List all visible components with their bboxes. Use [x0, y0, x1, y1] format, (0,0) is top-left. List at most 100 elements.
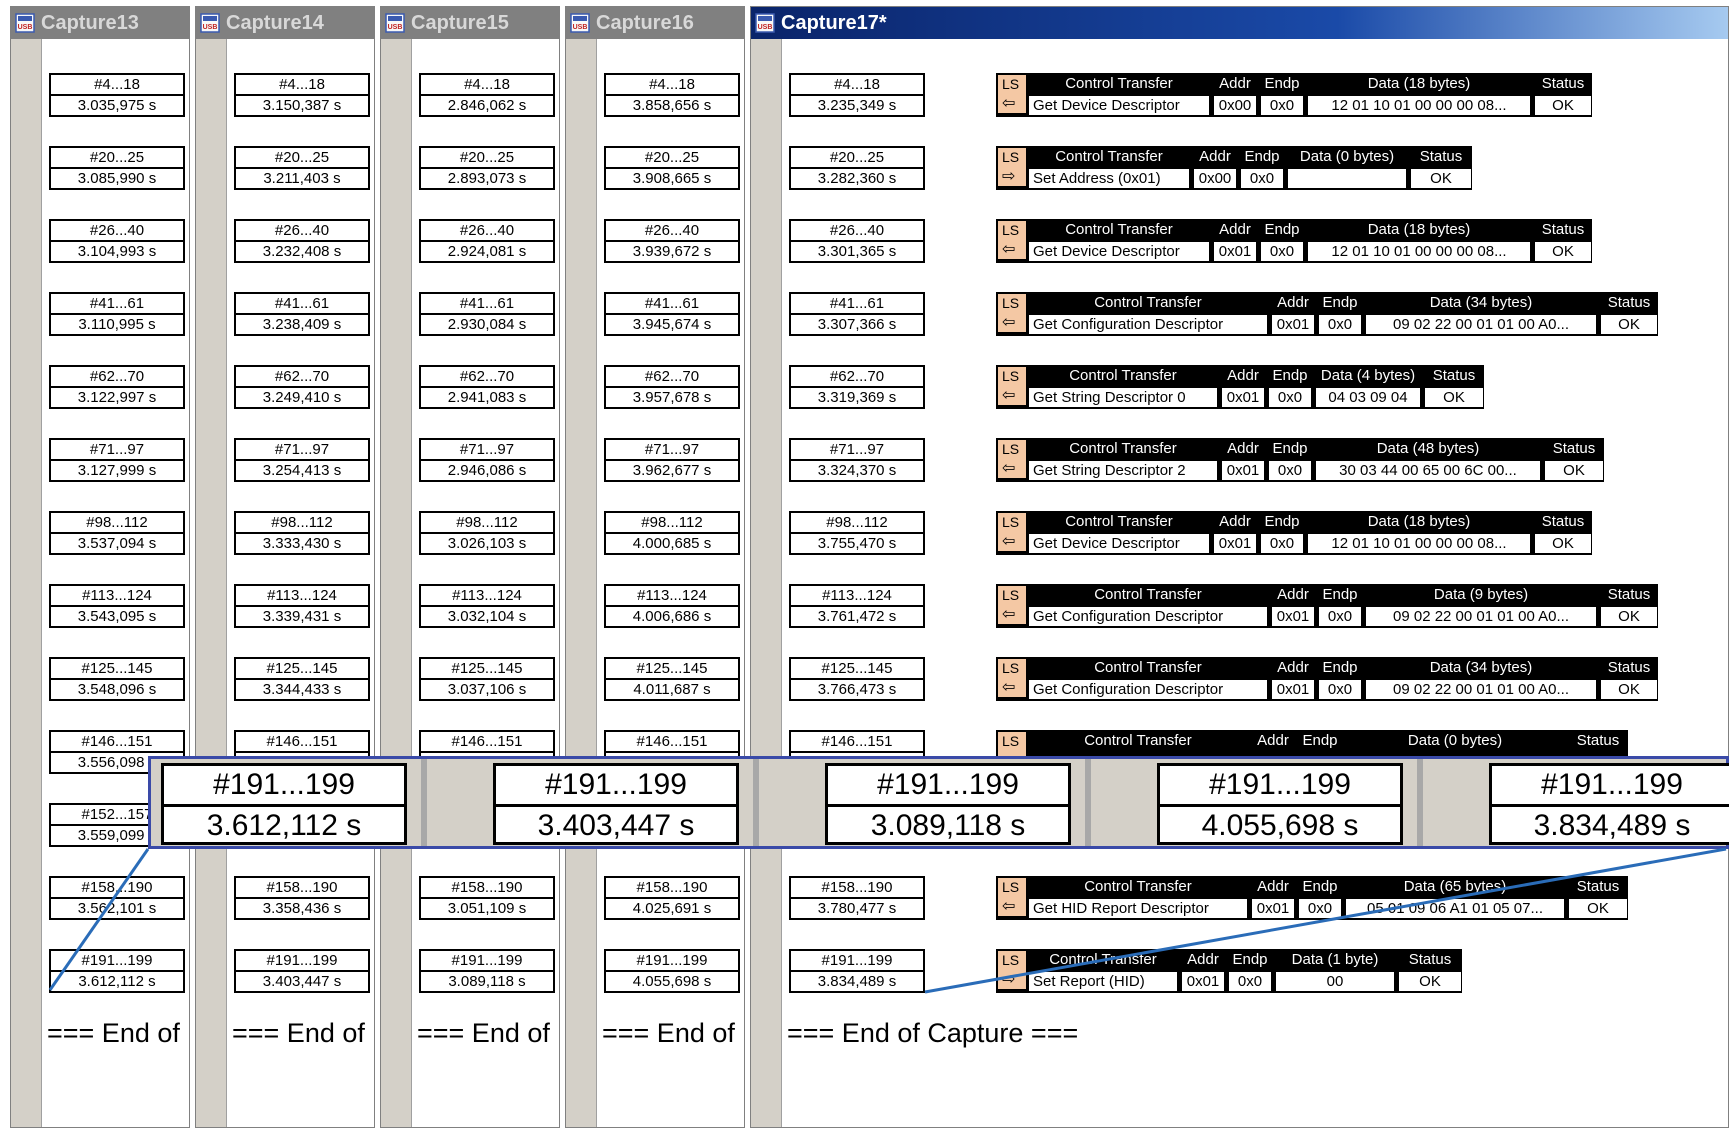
capture-view[interactable]: #4...18 3.858,656 s #20...25 3.908,665 s #26… [566, 39, 744, 1127]
packet-group-box[interactable]: #113...124 3.761,472 s [789, 584, 925, 628]
window-titlebar[interactable]: USB Capture13 [11, 7, 189, 39]
packet-group-box[interactable]: #26...40 2.924,081 s [419, 219, 555, 263]
packet-group-box[interactable]: #62...70 3.249,410 s [234, 365, 370, 409]
packet-group-box[interactable]: #71...97 3.962,677 s [604, 438, 740, 482]
packet-group-box[interactable]: #71...97 3.254,413 s [234, 438, 370, 482]
window-titlebar[interactable]: USB Capture17* [751, 7, 1728, 39]
zoomed-packet-time: 3.089,118 s [870, 809, 1026, 842]
packet-group-box[interactable]: #98...112 4.000,685 s [604, 511, 740, 555]
control-transfer[interactable]: LS ⇦ Control Transfer Get Device Descriptor… [996, 511, 1592, 555]
packet-group-box[interactable]: #4...18 3.035,975 s [49, 73, 185, 117]
packet-group-box[interactable]: #4...18 3.150,387 s [234, 73, 370, 117]
packet-group-box[interactable]: #191...199 3.612,112 s [49, 949, 185, 993]
packet-group-box[interactable]: #98...112 3.537,094 s [49, 511, 185, 555]
control-transfer[interactable]: LS ⇦ Control Transfer Get Device Descriptor… [996, 73, 1592, 117]
packet-group-box[interactable]: #113...124 3.339,431 s [234, 584, 370, 628]
zoomed-packet-time: 3.834,489 s [1533, 809, 1691, 842]
packet-group-box[interactable]: #158...190 4.025,691 s [604, 876, 740, 920]
packet-group-box[interactable]: #4...18 3.858,656 s [604, 73, 740, 117]
capture-view[interactable]: #4...18 3.235,349 s #20...25 3.282,360 s #26… [751, 39, 1728, 1127]
control-transfer[interactable]: LS ⇦ Control Transfer Get String Descriptor… [996, 438, 1604, 482]
data-bytes: 05 01 09 06 A1 01 05 07... [1346, 899, 1564, 918]
packet-group-box[interactable]: #125...145 3.037,106 s [419, 657, 555, 701]
control-transfer[interactable]: LS ⇦ Control Transfer Get Configuration Des… [996, 584, 1658, 628]
packet-group-box[interactable]: #20...25 2.893,073 s [419, 146, 555, 190]
packet-group-box[interactable]: #4...18 3.235,349 s [789, 73, 925, 117]
packet-group-box[interactable]: #71...97 3.127,999 s [49, 438, 185, 482]
control-transfer[interactable]: LS ⇦ Control Transfer Get String Descriptor… [996, 365, 1484, 409]
window-titlebar[interactable]: USB Capture16 [566, 7, 744, 39]
capture-window-5[interactable]: USB Capture17* #4...18 3.235,349 s #20...25 3… [750, 6, 1729, 1128]
packet-group-box[interactable]: #41...61 3.307,366 s [789, 292, 925, 336]
packet-group-box[interactable]: #113...124 4.006,686 s [604, 584, 740, 628]
packet-group-box[interactable]: #26...40 3.104,993 s [49, 219, 185, 263]
packet-group-box[interactable]: #71...97 2.946,086 s [419, 438, 555, 482]
endp-header: Endp [1302, 732, 1338, 749]
packet-group-box[interactable]: #191...199 3.089,118 s [419, 949, 555, 993]
packet-group-box[interactable]: #20...25 3.085,990 s [49, 146, 185, 190]
packet-group-box[interactable]: #62...70 2.941,083 s [419, 365, 555, 409]
capture-window-1[interactable]: USB Capture13 #4...18 3.035,975 s #20...25 3.… [10, 6, 190, 1128]
usb-analyzer-app-icon[interactable]: USB [570, 13, 590, 33]
capture-window-4[interactable]: USB Capture16 #4...18 3.858,656 s #20...25 3.… [565, 6, 745, 1128]
transfer-command: Get Device Descriptor [1029, 96, 1209, 115]
packet-group-box[interactable]: #191...199 3.403,447 s [234, 949, 370, 993]
packet-group-box[interactable]: #125...145 3.548,096 s [49, 657, 185, 701]
packet-group-box[interactable]: #113...124 3.032,104 s [419, 584, 555, 628]
packet-group-box[interactable]: #125...145 3.344,433 s [234, 657, 370, 701]
packet-group-box[interactable]: #62...70 3.957,678 s [604, 365, 740, 409]
window-titlebar[interactable]: USB Capture15 [381, 7, 559, 39]
packet-group-box[interactable]: #62...70 3.122,997 s [49, 365, 185, 409]
control-transfer[interactable]: LS ⇦ Control Transfer Get Configuration Des… [996, 292, 1658, 336]
capture-window-2[interactable]: USB Capture14 #4...18 3.150,387 s #20...25 3.… [195, 6, 375, 1128]
packet-group-box[interactable]: #26...40 3.301,365 s [789, 219, 925, 263]
control-transfer[interactable]: LS ⇨ Control Transfer Set Address (0x01) Add… [996, 146, 1472, 190]
usb-analyzer-app-icon[interactable]: USB [385, 13, 405, 33]
packet-range: #26...40 [51, 221, 183, 242]
control-transfer[interactable]: LS ⇦ Control Transfer Get Configuration Des… [996, 657, 1658, 701]
packet-time: 4.025,691 s [632, 900, 712, 917]
packet-group-box[interactable]: #98...112 3.755,470 s [789, 511, 925, 555]
capture-window-3[interactable]: USB Capture15 #4...18 2.846,062 s #20...25 2.… [380, 6, 560, 1128]
packet-group-box[interactable]: #41...61 3.110,995 s [49, 292, 185, 336]
packet-group-box[interactable]: #41...61 3.238,409 s [234, 292, 370, 336]
control-transfer[interactable]: LS ⇦ Control Transfer Get Device Descriptor… [996, 219, 1592, 263]
packet-range: #71...97 [236, 440, 368, 461]
packet-group-box[interactable]: #20...25 3.282,360 s [789, 146, 925, 190]
packet-group-box[interactable]: #191...199 4.055,698 s [604, 949, 740, 993]
capture-view[interactable]: #4...18 3.035,975 s #20...25 3.085,990 s #26… [11, 39, 189, 1127]
packet-group-box[interactable]: #20...25 3.211,403 s [234, 146, 370, 190]
packet-group-box[interactable]: #26...40 3.232,408 s [234, 219, 370, 263]
packet-time: 3.834,489 s [817, 973, 897, 990]
packet-group-box[interactable]: #4...18 2.846,062 s [419, 73, 555, 117]
packet-group-box[interactable]: #98...112 3.333,430 s [234, 511, 370, 555]
packet-group-box[interactable]: #158...190 3.780,477 s [789, 876, 925, 920]
packet-time: 3.085,990 s [77, 170, 157, 187]
packet-group-box[interactable]: #125...145 4.011,687 s [604, 657, 740, 701]
packet-group-box[interactable]: #71...97 3.324,370 s [789, 438, 925, 482]
window-titlebar[interactable]: USB Capture14 [196, 7, 374, 39]
packet-group-box[interactable]: #158...190 3.562,101 s [49, 876, 185, 920]
packet-range: #158...190 [236, 878, 368, 899]
packet-group-box[interactable]: #158...190 3.358,436 s [234, 876, 370, 920]
packet-time: 3.945,674 s [632, 316, 712, 333]
capture-view[interactable]: #4...18 3.150,387 s #20...25 3.211,403 s #26… [196, 39, 374, 1127]
transfer-type: Control Transfer [1065, 75, 1173, 92]
packet-group-box[interactable]: #158...190 3.051,109 s [419, 876, 555, 920]
packet-group-box[interactable]: #20...25 3.908,665 s [604, 146, 740, 190]
packet-group-box[interactable]: #26...40 3.939,672 s [604, 219, 740, 263]
packet-group-box[interactable]: #62...70 3.319,369 s [789, 365, 925, 409]
usb-analyzer-app-icon[interactable]: USB [755, 13, 775, 33]
packet-group-box[interactable]: #113...124 3.543,095 s [49, 584, 185, 628]
packet-group-box[interactable]: #191...199 3.834,489 s [789, 949, 925, 993]
packet-group-box[interactable]: #41...61 2.930,084 s [419, 292, 555, 336]
usb-analyzer-app-icon[interactable]: USB [15, 13, 35, 33]
packet-group-box[interactable]: #98...112 3.026,103 s [419, 511, 555, 555]
usb-analyzer-app-icon[interactable]: USB [200, 13, 220, 33]
packet-group-box[interactable]: #125...145 3.766,473 s [789, 657, 925, 701]
packet-group-box[interactable]: #41...61 3.945,674 s [604, 292, 740, 336]
control-transfer[interactable]: LS ⇨ Control Transfer Set Report (HID) Addr 0… [996, 949, 1462, 993]
control-transfer[interactable]: LS ⇦ Control Transfer Get HID Report Descri… [996, 876, 1628, 920]
capture-view[interactable]: #4...18 2.846,062 s #20...25 2.893,073 s #26… [381, 39, 559, 1127]
packet-range: #98...112 [791, 513, 923, 534]
